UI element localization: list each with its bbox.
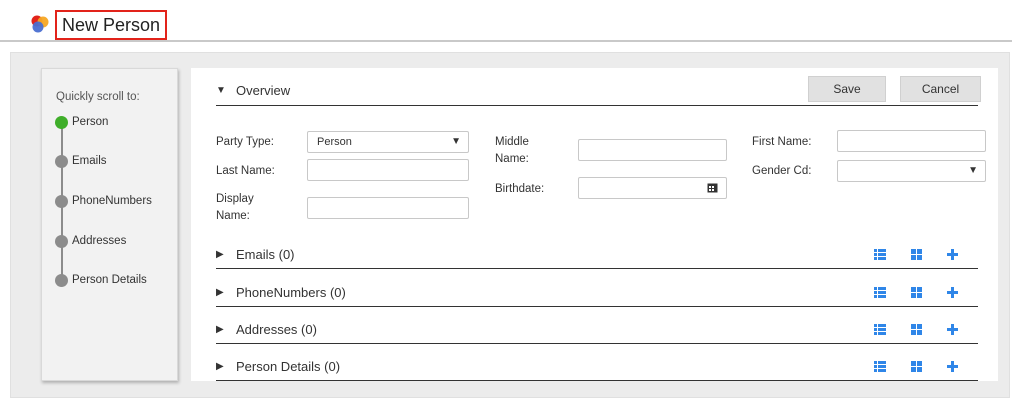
birthdate-label: Birthdate: xyxy=(495,181,544,198)
chevron-down-icon: ▼ xyxy=(968,165,978,176)
list-view-icon[interactable] xyxy=(862,359,898,373)
grid-view-icon[interactable] xyxy=(898,247,934,261)
nav-item-addresses[interactable]: Addresses xyxy=(55,233,126,249)
middle-name-label-line1: Middle xyxy=(495,134,529,151)
party-type-value: Person xyxy=(317,136,352,148)
middle-name-field[interactable] xyxy=(578,139,727,161)
birthdate-field[interactable] xyxy=(578,177,727,199)
display-name-label-line1: Display xyxy=(216,191,254,208)
list-view-icon[interactable] xyxy=(862,285,898,299)
quick-scroll-title: Quickly scroll to: xyxy=(56,91,140,103)
grid-view-icon[interactable] xyxy=(898,285,934,299)
plus-icon[interactable] xyxy=(934,322,970,336)
grid-view-icon[interactable] xyxy=(898,322,934,336)
nav-item-phonenumbers[interactable]: PhoneNumbers xyxy=(55,193,152,209)
middle-name-label-line2: Name: xyxy=(495,151,529,168)
nav-dot xyxy=(55,274,68,287)
section-actions xyxy=(862,359,970,373)
app-header: New Person xyxy=(0,0,1012,42)
emails-section-header[interactable]: ▶ Emails (0) xyxy=(216,241,978,269)
plus-icon[interactable] xyxy=(934,285,970,299)
calendar-icon[interactable] xyxy=(707,182,718,193)
nav-item-person-details[interactable]: Person Details xyxy=(55,272,147,288)
app-logo-icon xyxy=(30,14,50,34)
gender-cd-select[interactable]: ▼ xyxy=(837,160,986,182)
main-panel: ▼ Overview Save Cancel Party Type: Perso… xyxy=(191,68,998,381)
list-view-icon[interactable] xyxy=(862,247,898,261)
plus-icon[interactable] xyxy=(934,247,970,261)
nav-item-label: Addresses xyxy=(72,235,126,247)
display-name-label-line2: Name: xyxy=(216,208,254,225)
last-name-field[interactable] xyxy=(307,159,469,181)
caret-right-icon: ▶ xyxy=(216,324,228,335)
page-title: New Person xyxy=(55,10,167,40)
last-name-label: Last Name: xyxy=(216,163,275,180)
emails-section-label: Emails (0) xyxy=(236,247,295,262)
save-button[interactable]: Save xyxy=(808,76,886,102)
person-details-section-label: Person Details (0) xyxy=(236,359,340,374)
nav-dot xyxy=(55,195,68,208)
caret-right-icon: ▶ xyxy=(216,287,228,298)
nav-item-label: Emails xyxy=(72,155,107,167)
quick-scroll-nav: Quickly scroll to: Person Emails PhoneNu… xyxy=(41,68,178,381)
nav-item-person[interactable]: Person xyxy=(55,114,108,130)
person-details-section-header[interactable]: ▶ Person Details (0) xyxy=(216,353,978,381)
section-actions xyxy=(862,247,970,261)
chevron-down-icon: ▼ xyxy=(451,136,461,147)
nav-item-label: PhoneNumbers xyxy=(72,195,152,207)
plus-icon[interactable] xyxy=(934,359,970,373)
phonenumbers-section-label: PhoneNumbers (0) xyxy=(236,285,346,300)
nav-item-label: Person xyxy=(72,116,108,128)
caret-right-icon: ▶ xyxy=(216,249,228,260)
grid-view-icon[interactable] xyxy=(898,359,934,373)
phonenumbers-section-header[interactable]: ▶ PhoneNumbers (0) xyxy=(216,279,978,307)
display-name-field[interactable] xyxy=(307,197,469,219)
nav-dot xyxy=(55,235,68,248)
nav-item-emails[interactable]: Emails xyxy=(55,153,107,169)
list-view-icon[interactable] xyxy=(862,322,898,336)
cancel-button[interactable]: Cancel xyxy=(900,76,981,102)
nav-dot-active xyxy=(55,116,68,129)
display-name-label: Display Name: xyxy=(216,191,254,225)
section-actions xyxy=(862,285,970,299)
addresses-section-label: Addresses (0) xyxy=(236,322,317,337)
addresses-section-header[interactable]: ▶ Addresses (0) xyxy=(216,316,978,344)
gender-cd-label: Gender Cd: xyxy=(752,163,811,180)
caret-right-icon: ▶ xyxy=(216,361,228,372)
nav-item-label: Person Details xyxy=(72,274,147,286)
party-type-label: Party Type: xyxy=(216,134,274,151)
middle-name-label: Middle Name: xyxy=(495,134,529,168)
first-name-field[interactable] xyxy=(837,130,986,152)
nav-dot xyxy=(55,155,68,168)
party-type-select[interactable]: Person ▼ xyxy=(307,131,469,153)
first-name-label: First Name: xyxy=(752,134,811,151)
section-actions xyxy=(862,322,970,336)
overview-label: Overview xyxy=(236,83,290,98)
caret-down-icon: ▼ xyxy=(216,85,228,96)
